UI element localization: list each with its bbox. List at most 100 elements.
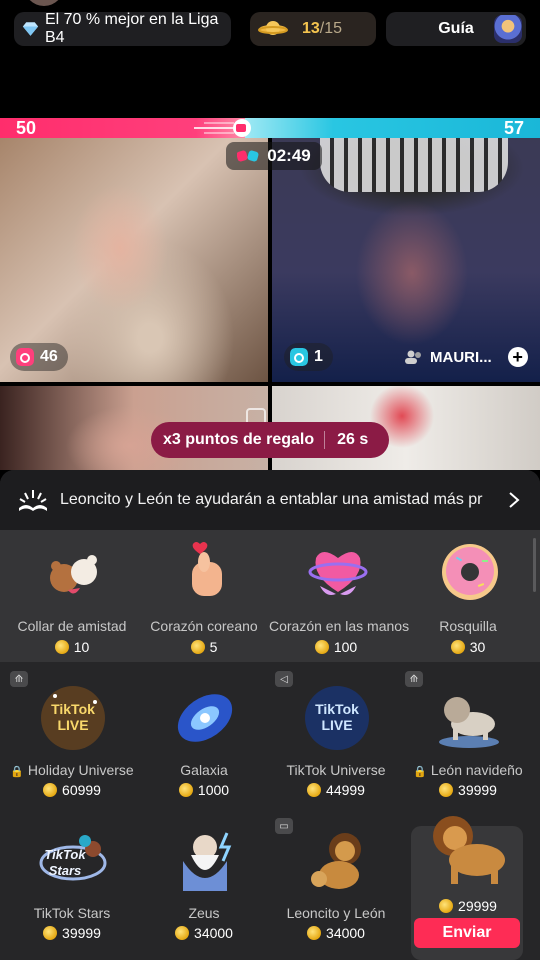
gift-price-value: 10 (73, 639, 90, 655)
galaxy-icon (177, 694, 233, 742)
quest-progress-pill[interactable]: 13 /15 (250, 12, 376, 46)
gift-item[interactable]: Leoncito y León 34000 (269, 825, 403, 945)
gift-price: 39999 (401, 782, 535, 798)
planet-icon (258, 21, 288, 35)
viewer-count-right[interactable]: 1 (284, 343, 333, 371)
gift-item[interactable]: TikTok Stars TikTok Stars 39999 (5, 825, 139, 945)
coin-icon (439, 899, 454, 913)
svg-text:Stars: Stars (49, 863, 82, 878)
host-name: MAURI... (430, 348, 492, 366)
gift-price-value: 34000 (194, 925, 233, 941)
gift-name: Rosquilla (439, 618, 497, 634)
gift-item[interactable]: 🔒 León navideño 39999 (401, 682, 535, 802)
battle-score-right: 57 (503, 118, 524, 138)
camera-badge-icon (290, 348, 308, 366)
gift-price: 100 (269, 639, 403, 655)
chevron-right-icon (509, 492, 520, 508)
gift-price: 34000 (137, 925, 271, 941)
gift-name-text: León navideño (430, 762, 523, 778)
gift-item[interactable]: Corazón en las manos 100 (269, 540, 410, 660)
viewer-count-right-value: 1 (314, 348, 323, 365)
gift-name: Leoncito y León (286, 905, 386, 921)
guide-avatar-icon (494, 15, 522, 43)
lock-icon: 🔒 (10, 766, 24, 778)
promo-banner[interactable]: Leoncito y León te ayudarán a entablar u… (0, 470, 540, 530)
progress-total: /15 (319, 20, 343, 37)
gift-price: 30 (401, 639, 535, 655)
gift-price-value: 34000 (326, 925, 365, 941)
diamond-icon (22, 22, 39, 36)
gift-item[interactable]: TikTok LIVE TikTok Universe 44999 (269, 682, 403, 802)
battle-spark-icon (194, 119, 251, 137)
gift-price-value: 39999 (458, 782, 497, 798)
finger-heart-icon (192, 542, 222, 596)
coin-icon (307, 783, 322, 797)
coin-icon (190, 640, 205, 654)
host-name-tag[interactable]: MAURI... + (404, 343, 528, 371)
gift-price-value: 1000 (197, 782, 230, 798)
battle-score-left: 50 (16, 118, 37, 138)
gift-price: 39999 (5, 925, 139, 941)
gift-price: 5 (137, 639, 271, 655)
timer-text: 02:49 (267, 146, 311, 165)
follow-plus-icon[interactable]: + (507, 347, 528, 367)
gift-price-value: 30 (469, 639, 486, 655)
gift-item[interactable]: Rosquilla 30 (401, 540, 535, 660)
video-grid: 02:49 46 1 MAURI... + (0, 138, 540, 470)
battle-score-bar: 50 57 (0, 118, 540, 138)
gift-price-value: 60999 (62, 782, 101, 798)
progress-current: 13 (302, 20, 320, 37)
gift-item[interactable]: Zeus 34000 (137, 825, 271, 945)
gift-item-selected[interactable]: 29999 (401, 810, 535, 920)
svg-text:TikTok: TikTok (315, 701, 359, 717)
gift-name: 🔒 León navideño (401, 762, 535, 778)
coin-icon (450, 640, 465, 654)
coin-icon (439, 783, 454, 797)
gift-price: 29999 (401, 898, 535, 914)
league-rank-pill[interactable]: El 70 % mejor en la Liga B4 (14, 11, 231, 46)
gift-panel: Leoncito y León te ayudarán a entablar u… (0, 470, 540, 960)
send-button[interactable]: Enviar (414, 918, 520, 948)
gift-item[interactable]: TikTok LIVE 🔒 Holiday Universe 60999 (5, 682, 139, 802)
coin-icon (307, 926, 322, 940)
gift-name: Corazón en las manos (269, 618, 410, 634)
viewer-count-left[interactable]: 46 (10, 343, 68, 371)
host-avatar[interactable] (24, 0, 64, 6)
gift-item[interactable]: Collar de amistad 10 (5, 540, 139, 660)
gift-points-seconds: 26 s (337, 431, 369, 448)
coin-icon (314, 640, 329, 654)
guide-button[interactable]: Guía (386, 12, 526, 46)
teddy-bears-icon (50, 555, 97, 594)
promo-text: Leoncito y León te ayudarán a entablar u… (60, 491, 483, 508)
gift-item[interactable]: Galaxia 1000 (137, 682, 271, 802)
heart-hands-icon (308, 552, 368, 595)
zeus-icon (183, 832, 232, 891)
battle-timer: 02:49 (226, 142, 322, 170)
gift-name: Zeus (188, 905, 220, 921)
gift-price: 10 (5, 639, 139, 655)
gift-item[interactable]: Corazón coreano 5 (137, 540, 271, 660)
gift-name: 🔒 Holiday Universe (5, 762, 139, 778)
gift-price-value: 39999 (62, 925, 101, 941)
open-book-sparkle-icon (19, 490, 47, 511)
users-icon (405, 350, 421, 364)
svg-text:LIVE: LIVE (321, 717, 352, 733)
camera-badge-icon (16, 348, 34, 366)
gift-price: 60999 (5, 782, 139, 798)
cap-pattern (320, 138, 508, 192)
coin-icon (54, 640, 69, 654)
boxing-glove-icon (237, 150, 259, 162)
coin-icon (178, 783, 193, 797)
coin-icon (175, 926, 190, 940)
donut-icon (442, 544, 498, 600)
lion-cub-icon (311, 833, 361, 889)
svg-text:TikTok: TikTok (51, 701, 95, 717)
gift-price-value: 29999 (458, 898, 497, 914)
gift-name-text: Holiday Universe (27, 762, 134, 778)
gift-name: Collar de amistad (17, 618, 127, 634)
guide-label: Guía (438, 20, 474, 37)
gift-price: 44999 (269, 782, 403, 798)
gift-price-value: 44999 (326, 782, 365, 798)
viewer-count-left-value: 46 (40, 348, 58, 365)
coin-icon (43, 783, 58, 797)
